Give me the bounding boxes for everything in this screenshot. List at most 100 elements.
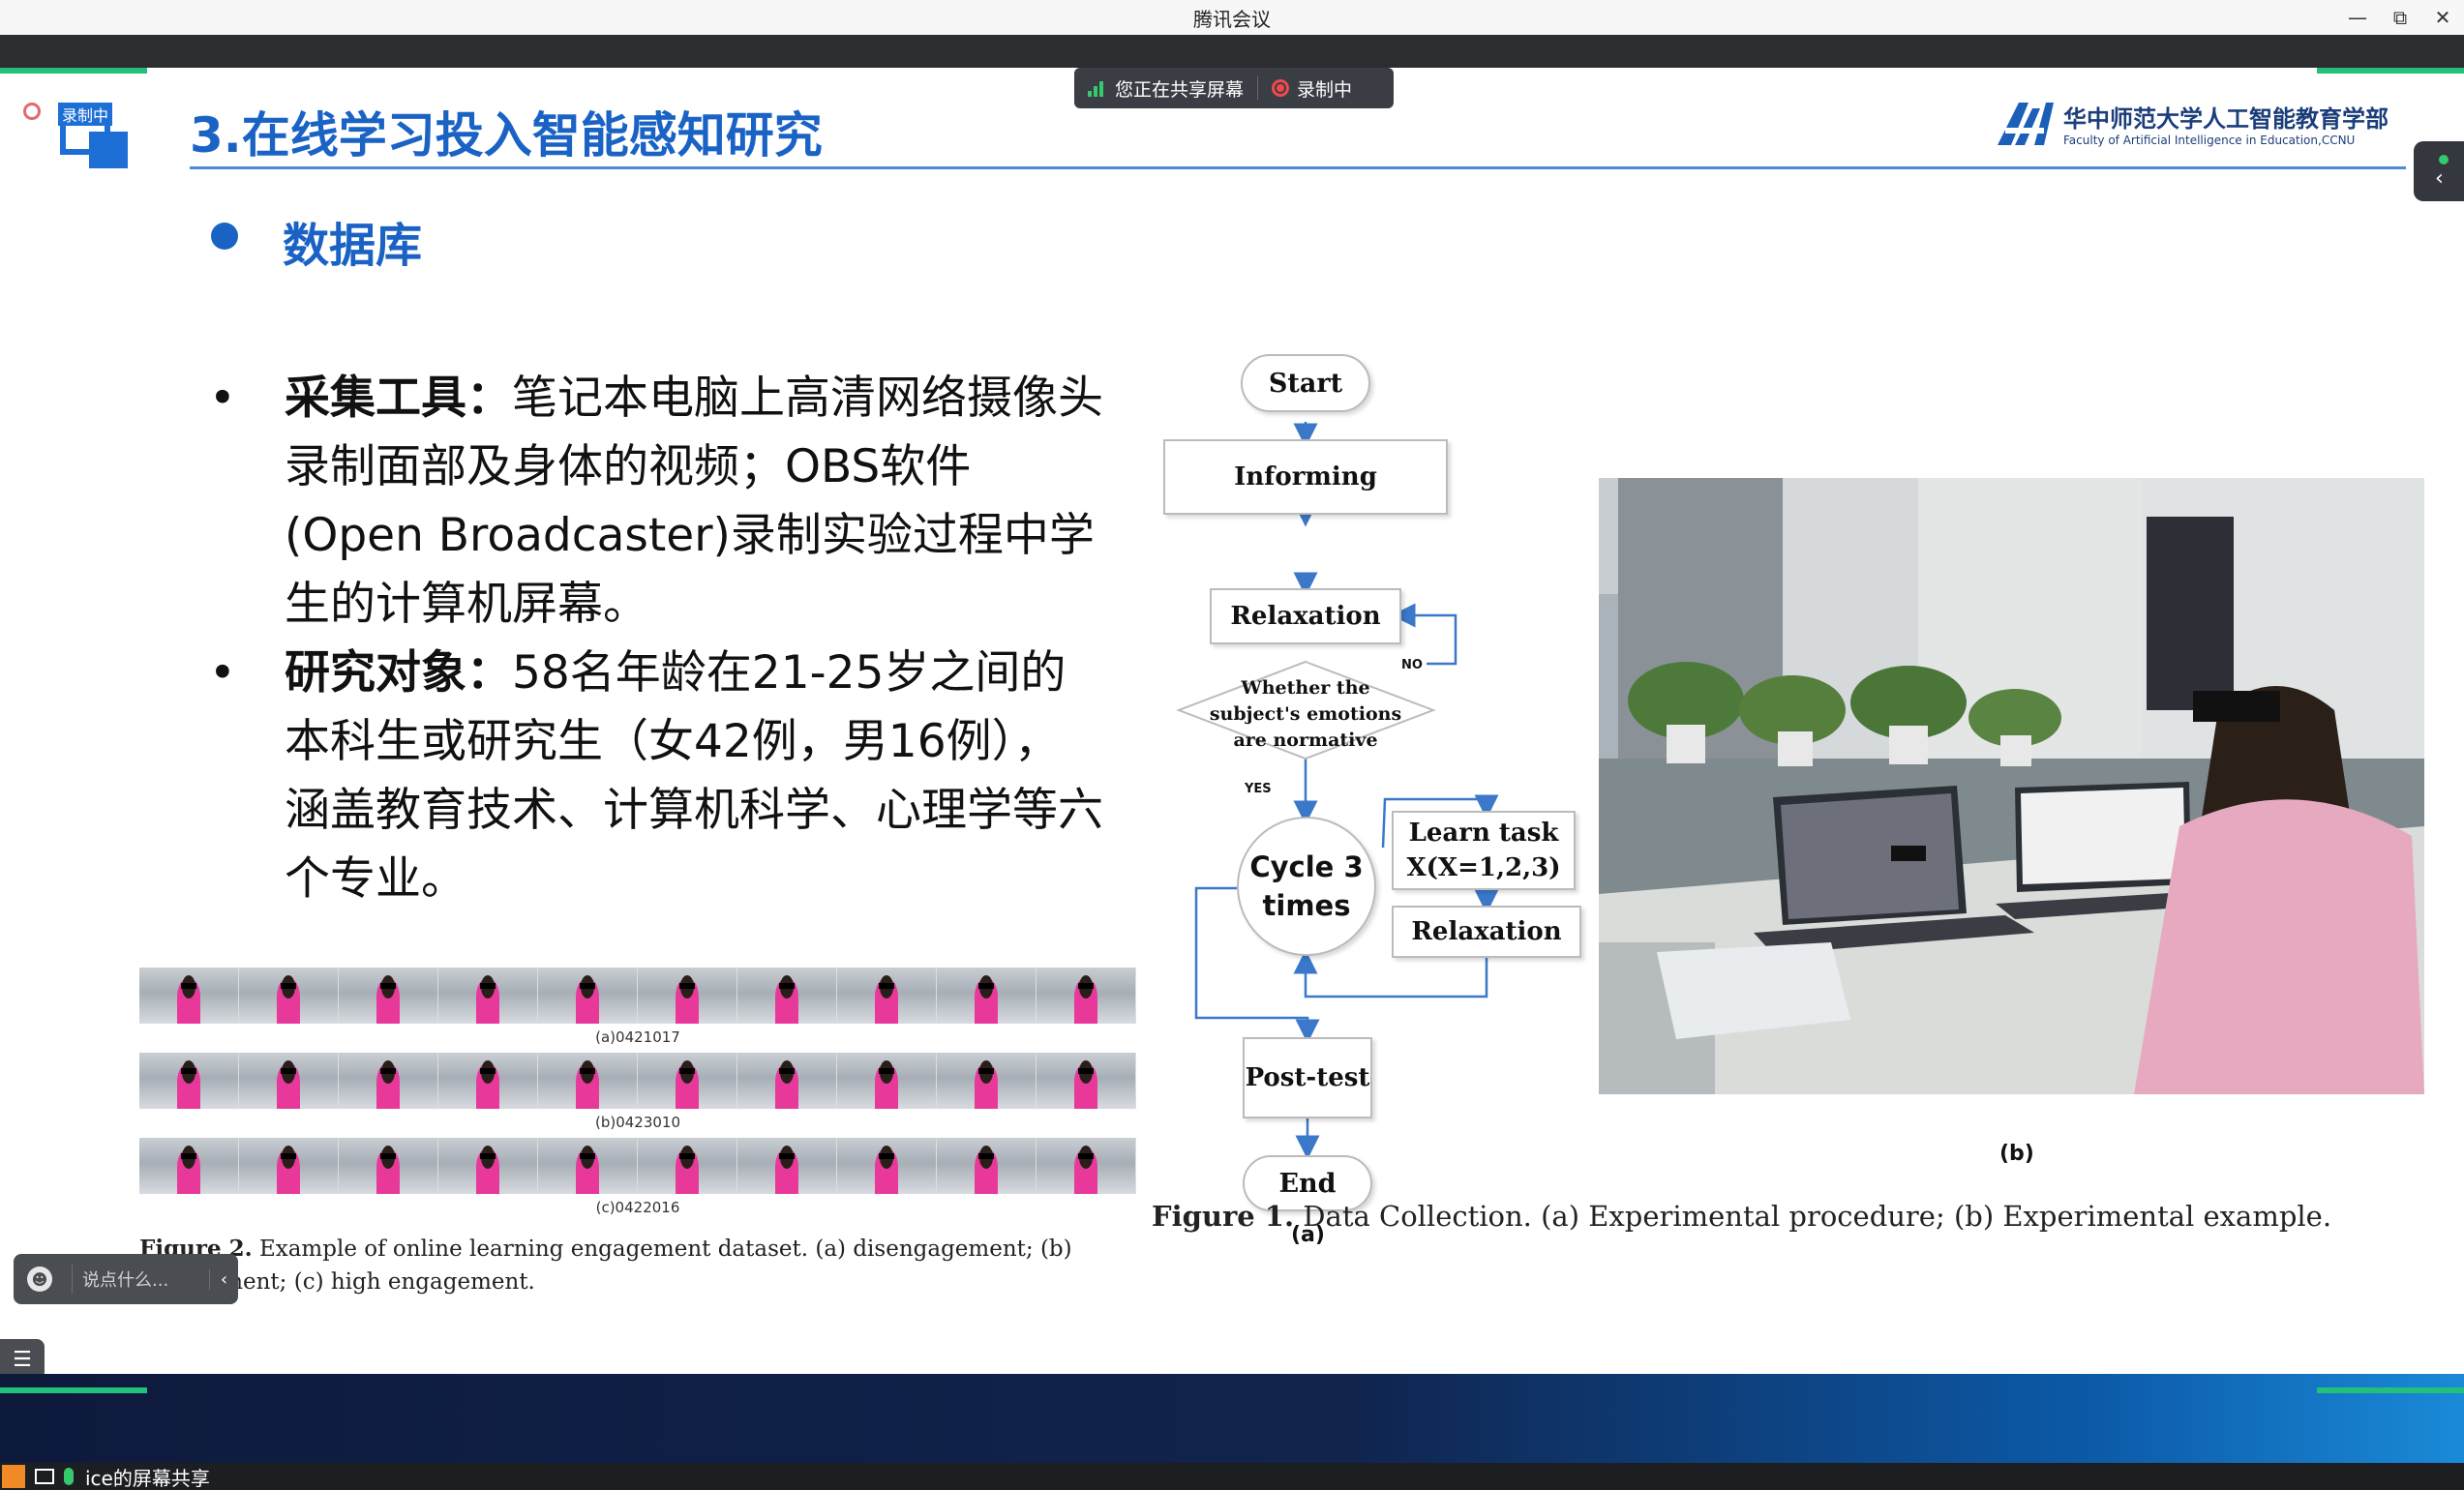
video-frame-thumbnail — [638, 1138, 737, 1194]
recording-dot-icon — [23, 103, 41, 120]
emoji-icon[interactable]: ☻ — [27, 1266, 52, 1292]
flow-start: Start — [1241, 354, 1370, 412]
figure-2: (a)0421017 (b)0423010 (c)0422016 Figure … — [139, 968, 1146, 1298]
frame-strip — [139, 1053, 1136, 1109]
video-frame-thumbnail — [538, 968, 638, 1024]
bullet-list: • 采集工具：笔记本电脑上高清网络摄像头录制面部及身体的视频；OBS软件(Ope… — [203, 364, 1103, 913]
side-panel-toggle[interactable]: ‹ — [2414, 141, 2464, 201]
window-title: 腾讯会议 — [1193, 7, 1271, 31]
bullet-item: • 采集工具：笔记本电脑上高清网络摄像头录制面部及身体的视频；OBS软件(Ope… — [203, 364, 1103, 639]
decision-line: are normative — [1233, 730, 1378, 751]
accent-bar-top-left — [0, 68, 147, 74]
university-logo: 华中师范大学人工智能教育学部 Faculty of Artificial Int… — [1996, 99, 2389, 147]
chat-input[interactable]: ☻ 说点什么... ‹ — [14, 1254, 238, 1304]
sharing-status-text: 您正在共享屏幕 — [1115, 78, 1245, 101]
video-frame-thumbnail — [438, 968, 538, 1024]
accent-bar-top-right — [2317, 68, 2464, 74]
flow-learn-task: Learn task X(X=1,2,3) — [1392, 811, 1576, 890]
slide-title: 3.在线学习投入智能感知研究 — [190, 107, 823, 164]
video-frame-thumbnail — [239, 1138, 339, 1194]
section-heading: 数据库 — [283, 219, 423, 273]
flow-no-label: NO — [1401, 658, 1423, 672]
chat-placeholder: 说点什么... — [82, 1270, 169, 1291]
learn-task-line: X(X=1,2,3) — [1406, 853, 1561, 882]
close-button[interactable]: ✕ — [2421, 6, 2464, 29]
learn-task-line: Learn task — [1408, 819, 1559, 848]
video-frame-thumbnail — [538, 1053, 638, 1109]
video-frame-thumbnail — [1037, 1138, 1136, 1194]
decision-line: Whether the — [1241, 677, 1370, 699]
experiment-flowchart: Start Informing Relaxation Whether the s… — [1157, 354, 1593, 1264]
accent-bar-bottom-right — [2317, 1387, 2464, 1393]
minimize-button[interactable]: — — [2336, 6, 2379, 29]
window-titlebar: 腾讯会议 — ⧉ ✕ — [0, 0, 2464, 35]
video-frame-thumbnail — [538, 1138, 638, 1194]
flow-cycle: Cycle 3 times — [1237, 817, 1376, 956]
signal-icon — [1088, 79, 1105, 97]
bullet-item: • 研究对象：58名年龄在21-25岁之间的本科生或研究生（女42例，男16例）… — [203, 639, 1103, 913]
bullet-dot-icon: • — [209, 646, 236, 700]
restore-button[interactable]: ⧉ — [2379, 6, 2421, 29]
figure-2-caption: Figure 2. Example of online learning eng… — [139, 1233, 1146, 1298]
video-frame-thumbnail — [438, 1138, 538, 1194]
video-frame-thumbnail — [937, 1053, 1037, 1109]
flow-informing: Informing — [1163, 439, 1448, 515]
experiment-photo — [1599, 478, 2424, 1094]
video-frame-thumbnail — [339, 1138, 438, 1194]
bullet-label: 研究对象： — [285, 646, 512, 700]
sharer-label: ice的屏幕共享 — [85, 1466, 210, 1490]
meeting-toolbar-strip — [0, 35, 2464, 68]
collapse-chat-button[interactable]: ‹ — [209, 1268, 238, 1290]
user-avatar-icon — [2, 1465, 25, 1488]
video-frame-thumbnail — [937, 968, 1037, 1024]
bullet-dot-icon: • — [209, 372, 236, 425]
decision-line: subject's emotions — [1209, 703, 1402, 725]
video-frame-thumbnail — [339, 968, 438, 1024]
video-frame-thumbnail — [139, 1053, 239, 1109]
figure-1-caption: Figure 1. Data Collection. (a) Experimen… — [1152, 1200, 2331, 1233]
section-bullet-icon — [211, 223, 238, 250]
video-frame-thumbnail — [737, 1053, 837, 1109]
screen-share-icon — [35, 1469, 54, 1484]
video-frame-thumbnail — [139, 1138, 239, 1194]
share-status-taskbar: ice的屏幕共享 — [0, 1463, 2464, 1490]
video-frame-thumbnail — [339, 1053, 438, 1109]
video-frame-thumbnail — [638, 968, 737, 1024]
video-frame-thumbnail — [937, 1138, 1037, 1194]
strip-caption: (b)0423010 — [594, 1114, 681, 1131]
accent-bar-bottom-left — [0, 1387, 147, 1393]
status-dot-icon — [2439, 155, 2449, 164]
flow-decision: Whether the subject's emotions are norma… — [1183, 675, 1428, 754]
flow-yes-label: YES — [1245, 782, 1272, 796]
video-frame-thumbnail — [139, 968, 239, 1024]
university-emblem-icon — [1998, 103, 2054, 145]
shared-slide: 您正在共享屏幕 录制中 录制中 3.在线学习投入智能感知研究 华中师范大学人工智… — [0, 68, 2464, 1374]
video-frame-thumbnail — [638, 1053, 737, 1109]
screen-share-status[interactable]: 您正在共享屏幕 录制中 — [1074, 68, 1394, 108]
bullet-label: 采集工具： — [285, 372, 512, 425]
recording-status-text: 录制中 — [1297, 78, 1353, 101]
video-frame-thumbnail — [737, 968, 837, 1024]
flow-post-test: Post-test — [1243, 1037, 1372, 1118]
video-frame-thumbnail — [837, 968, 937, 1024]
record-icon — [1272, 79, 1290, 97]
figure-2-text: Example of online learning engagement da… — [139, 1237, 1072, 1295]
flow-relaxation-2: Relaxation — [1392, 906, 1581, 958]
video-frame-thumbnail — [239, 1053, 339, 1109]
flow-relaxation: Relaxation — [1210, 588, 1401, 644]
figure-1-text: Data Collection. (a) Experimental proced… — [1303, 1200, 2332, 1233]
video-frame-thumbnail — [837, 1138, 937, 1194]
cycle-line: Cycle 3 — [1249, 850, 1364, 883]
list-menu-icon[interactable]: ☰ — [0, 1339, 45, 1374]
video-frame-thumbnail — [837, 1053, 937, 1109]
video-frame-thumbnail — [1037, 968, 1136, 1024]
frame-strip — [139, 968, 1136, 1024]
cycle-line: times — [1262, 889, 1351, 922]
experiment-photo-illustration — [1599, 478, 2424, 1094]
slide-footer-band — [0, 1374, 2464, 1463]
microphone-icon[interactable] — [64, 1468, 74, 1485]
chevron-left-icon: ‹ — [2435, 166, 2444, 191]
frame-strip — [139, 1138, 1136, 1194]
divider — [1257, 76, 1259, 100]
panel-label-b: (b) — [1999, 1142, 2034, 1166]
